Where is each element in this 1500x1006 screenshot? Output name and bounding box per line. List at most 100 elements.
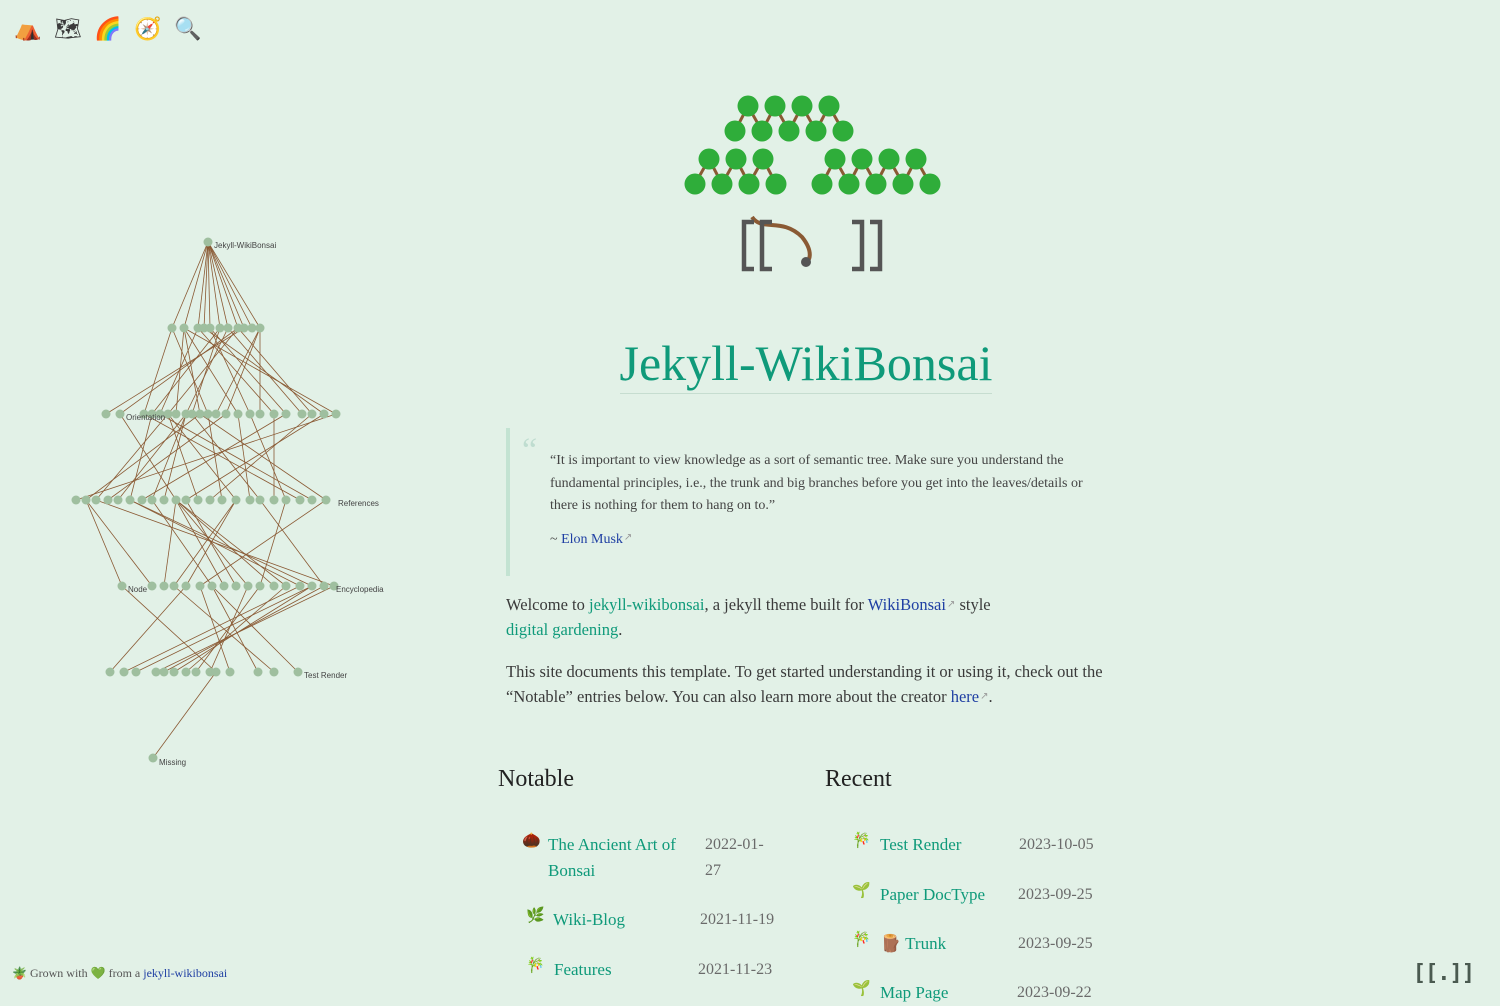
graph-label-encyclopedia[interactable]: Encyclopedia (336, 585, 384, 594)
graph-node[interactable] (181, 667, 191, 677)
graph-node[interactable] (255, 495, 265, 505)
graph-node[interactable] (195, 581, 205, 591)
graph-node[interactable] (131, 667, 141, 677)
tent-icon[interactable]: ⛺ (14, 16, 41, 44)
graph-node[interactable] (167, 323, 177, 333)
graph-node[interactable] (269, 495, 279, 505)
graph-node[interactable] (281, 409, 291, 419)
graph-node[interactable] (195, 409, 205, 419)
graph-node[interactable] (171, 409, 181, 419)
graph-label-missing[interactable]: Missing (159, 758, 186, 767)
search-icon[interactable]: 🔍 (174, 16, 201, 44)
recent-item-title[interactable]: Paper DocType (880, 882, 985, 908)
graph-node[interactable] (221, 409, 231, 419)
notable-item-title-line1[interactable]: The Ancient Art of (548, 835, 676, 854)
graph-node[interactable] (193, 495, 203, 505)
graph-node[interactable] (295, 581, 305, 591)
graph-node[interactable] (233, 409, 243, 419)
graph-node[interactable] (295, 495, 305, 505)
graph-node[interactable] (171, 495, 181, 505)
graph-node[interactable] (91, 495, 101, 505)
graph-node[interactable] (255, 323, 265, 333)
graph-node[interactable] (191, 667, 201, 677)
graph-node[interactable] (203, 409, 213, 419)
graph-node[interactable] (217, 495, 227, 505)
graph-node[interactable] (147, 495, 157, 505)
wikibonsai-link[interactable]: WikiBonsai (868, 595, 946, 614)
graph-node[interactable] (255, 409, 265, 419)
graph-node[interactable] (148, 753, 158, 763)
graph-node[interactable] (253, 667, 263, 677)
graph-node[interactable] (281, 495, 291, 505)
graph-node[interactable] (105, 667, 115, 677)
graph-node[interactable] (321, 495, 331, 505)
graph-label-root[interactable]: Jekyll-WikiBonsai (214, 241, 276, 250)
graph-node[interactable] (125, 495, 135, 505)
graph-node[interactable] (159, 495, 169, 505)
digital-gardening-link[interactable]: digital gardening (506, 620, 618, 639)
graph-node[interactable] (181, 495, 191, 505)
graph-node[interactable] (331, 409, 341, 419)
graph-node[interactable] (169, 667, 179, 677)
graph-node[interactable] (269, 581, 279, 591)
notable-item-title[interactable]: Features (554, 957, 612, 983)
graph-node[interactable] (219, 581, 229, 591)
graph-label-orientation[interactable]: Orientation (126, 413, 165, 422)
tree-graph[interactable]: Jekyll-WikiBonsai Orientation References… (60, 225, 440, 785)
graph-node[interactable] (81, 495, 91, 505)
graph-node[interactable] (205, 323, 215, 333)
graph-node[interactable] (223, 323, 233, 333)
graph-node[interactable] (181, 581, 191, 591)
compass-icon[interactable]: 🧭 (134, 16, 161, 44)
elon-musk-link[interactable]: Elon Musk (561, 532, 623, 547)
graph-label-references[interactable]: References (338, 499, 379, 508)
graph-node[interactable] (225, 667, 235, 677)
graph-node[interactable] (151, 667, 161, 677)
graph-label-node[interactable]: Node (128, 585, 148, 594)
graph-node[interactable] (307, 581, 317, 591)
map-icon[interactable]: 🗺 (54, 16, 82, 44)
notable-item-title[interactable]: The Ancient Art of Bonsai (548, 832, 698, 884)
recent-item-title[interactable]: 🪵 Trunk (880, 931, 946, 957)
rainbow-icon[interactable]: 🌈 (94, 16, 121, 44)
graph-node[interactable] (211, 667, 221, 677)
graph-node[interactable] (319, 409, 329, 419)
graph-node[interactable] (101, 409, 111, 419)
graph-label-test-render[interactable]: Test Render (304, 671, 347, 680)
graph-node[interactable] (205, 495, 215, 505)
graph-node[interactable] (307, 409, 317, 419)
graph-node[interactable] (245, 409, 255, 419)
graph-node[interactable] (137, 495, 147, 505)
graph-node[interactable] (207, 581, 217, 591)
graph-node[interactable] (255, 581, 265, 591)
graph-node[interactable] (211, 409, 221, 419)
graph-node[interactable] (239, 323, 249, 333)
recent-item-title[interactable]: Test Render (880, 832, 961, 858)
graph-node[interactable] (281, 581, 291, 591)
notable-item-title[interactable]: Wiki-Blog (553, 907, 625, 933)
graph-node[interactable] (147, 581, 157, 591)
graph-node[interactable] (159, 581, 169, 591)
graph-node[interactable] (119, 667, 129, 677)
graph-node[interactable] (319, 581, 329, 591)
creator-here-link[interactable]: here (951, 687, 979, 706)
graph-node[interactable] (159, 667, 169, 677)
site-title-link[interactable]: Jekyll-WikiBonsai (619, 335, 993, 394)
recent-item-title-text[interactable]: Trunk (905, 934, 946, 953)
graph-node[interactable] (293, 667, 303, 677)
graph-node[interactable] (169, 581, 179, 591)
graph-node[interactable] (179, 323, 189, 333)
jekyll-wikibonsai-link[interactable]: jekyll-wikibonsai (589, 595, 704, 614)
notable-item-title-line2[interactable]: Bonsai (548, 861, 595, 880)
graph-node[interactable] (203, 237, 213, 247)
graph-node[interactable] (71, 495, 81, 505)
recent-item-title[interactable]: Map Page (880, 980, 948, 1006)
graph-node[interactable] (269, 409, 279, 419)
graph-node[interactable] (245, 495, 255, 505)
graph-node[interactable] (297, 409, 307, 419)
graph-node[interactable] (269, 667, 279, 677)
graph-node[interactable] (307, 495, 317, 505)
graph-node[interactable] (115, 409, 125, 419)
graph-node[interactable] (231, 581, 241, 591)
graph-node[interactable] (187, 409, 197, 419)
